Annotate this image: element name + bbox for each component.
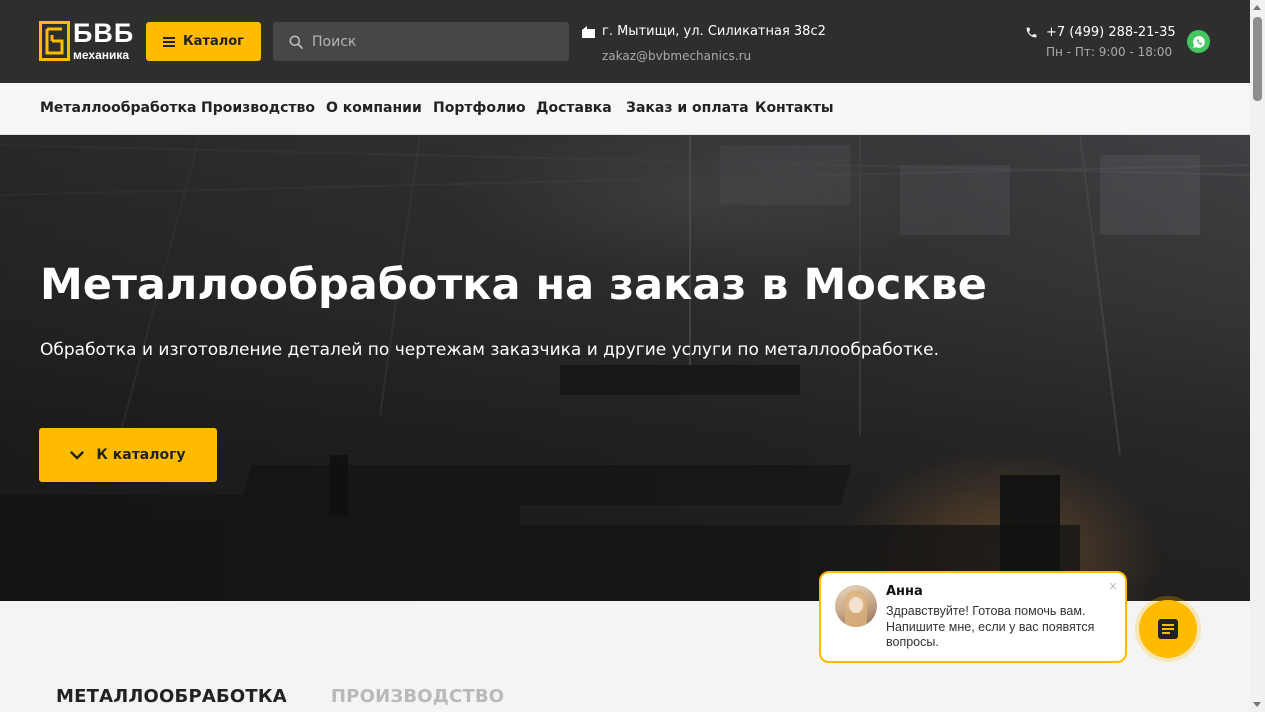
catalog-button[interactable]: Каталог: [146, 22, 261, 61]
main-nav: Металлообработка Производство О компании…: [0, 83, 1250, 135]
nav-item-contacts[interactable]: Контакты: [755, 100, 834, 116]
chat-agent-name: Анна: [886, 584, 923, 599]
nav-item-production[interactable]: Производство: [201, 100, 315, 116]
close-icon[interactable]: ×: [1108, 579, 1118, 593]
tab-production[interactable]: ПРОИЗВОДСТВО: [331, 686, 504, 707]
address: г. Мытищи, ул. Силикатная 38с2: [582, 24, 826, 39]
logo-mark-icon: [39, 21, 70, 61]
logo-text: БВБ: [73, 18, 135, 48]
phone-link[interactable]: +7 (499) 288-21-35: [1025, 25, 1176, 40]
section-tabs: МЕТАЛЛООБРАБОТКА ПРОИЗВОДСТВО: [56, 686, 504, 707]
chat-popup[interactable]: Анна Здравствуйте! Готова помочь вам. На…: [819, 571, 1127, 663]
search-icon: [289, 35, 303, 49]
working-hours: Пн - Пт: 9:00 - 18:00: [1046, 45, 1173, 59]
phone-text: +7 (499) 288-21-35: [1046, 25, 1176, 40]
page-scrollbar[interactable]: [1250, 0, 1265, 712]
address-text: г. Мытищи, ул. Силикатная 38с2: [602, 24, 826, 39]
logo-subtext: механика: [73, 48, 130, 62]
avatar: [835, 585, 877, 627]
catalog-button-label: Каталог: [183, 34, 244, 49]
menu-icon: [163, 36, 176, 47]
chat-document-icon: [1158, 619, 1178, 639]
to-catalog-button-label: К каталогу: [96, 447, 186, 463]
to-catalog-button[interactable]: К каталогу: [39, 428, 217, 482]
building-icon: [582, 25, 595, 38]
hero-banner: Металлообработка на заказ в Москве Обраб…: [0, 135, 1250, 601]
tab-metalworking[interactable]: МЕТАЛЛООБРАБОТКА: [56, 686, 287, 707]
logo[interactable]: БВБ механика: [39, 18, 135, 62]
chevron-down-icon: [70, 450, 85, 459]
chat-message: Здравствуйте! Готова помочь вам. Напишит…: [886, 604, 1095, 649]
whatsapp-icon: [1192, 35, 1205, 48]
top-bar: БВБ механика Каталог г. Мытищи, ул. Сили…: [0, 0, 1250, 83]
hero-subtitle: Обработка и изготовление деталей по черт…: [40, 340, 939, 360]
nav-item-order-payment[interactable]: Заказ и оплата: [626, 100, 749, 116]
scroll-thumb[interactable]: [1253, 17, 1262, 101]
scroll-down-arrow-icon[interactable]: [1253, 702, 1261, 707]
email-link[interactable]: zakaz@bvbmechanics.ru: [602, 49, 751, 63]
nav-item-portfolio[interactable]: Портфолио: [433, 100, 526, 116]
hero-overlay: [0, 135, 1250, 601]
phone-icon: [1026, 27, 1037, 38]
chat-open-button[interactable]: [1139, 600, 1197, 658]
search-input[interactable]: [312, 33, 552, 50]
nav-item-about[interactable]: О компании: [326, 100, 422, 116]
whatsapp-button[interactable]: [1187, 30, 1210, 53]
hero-title: Металлообработка на заказ в Москве: [40, 260, 987, 310]
search-box[interactable]: [273, 22, 569, 61]
nav-item-metalworking[interactable]: Металлообработка: [40, 100, 196, 116]
nav-item-delivery[interactable]: Доставка: [536, 100, 612, 116]
scroll-up-arrow-icon[interactable]: [1253, 5, 1261, 10]
